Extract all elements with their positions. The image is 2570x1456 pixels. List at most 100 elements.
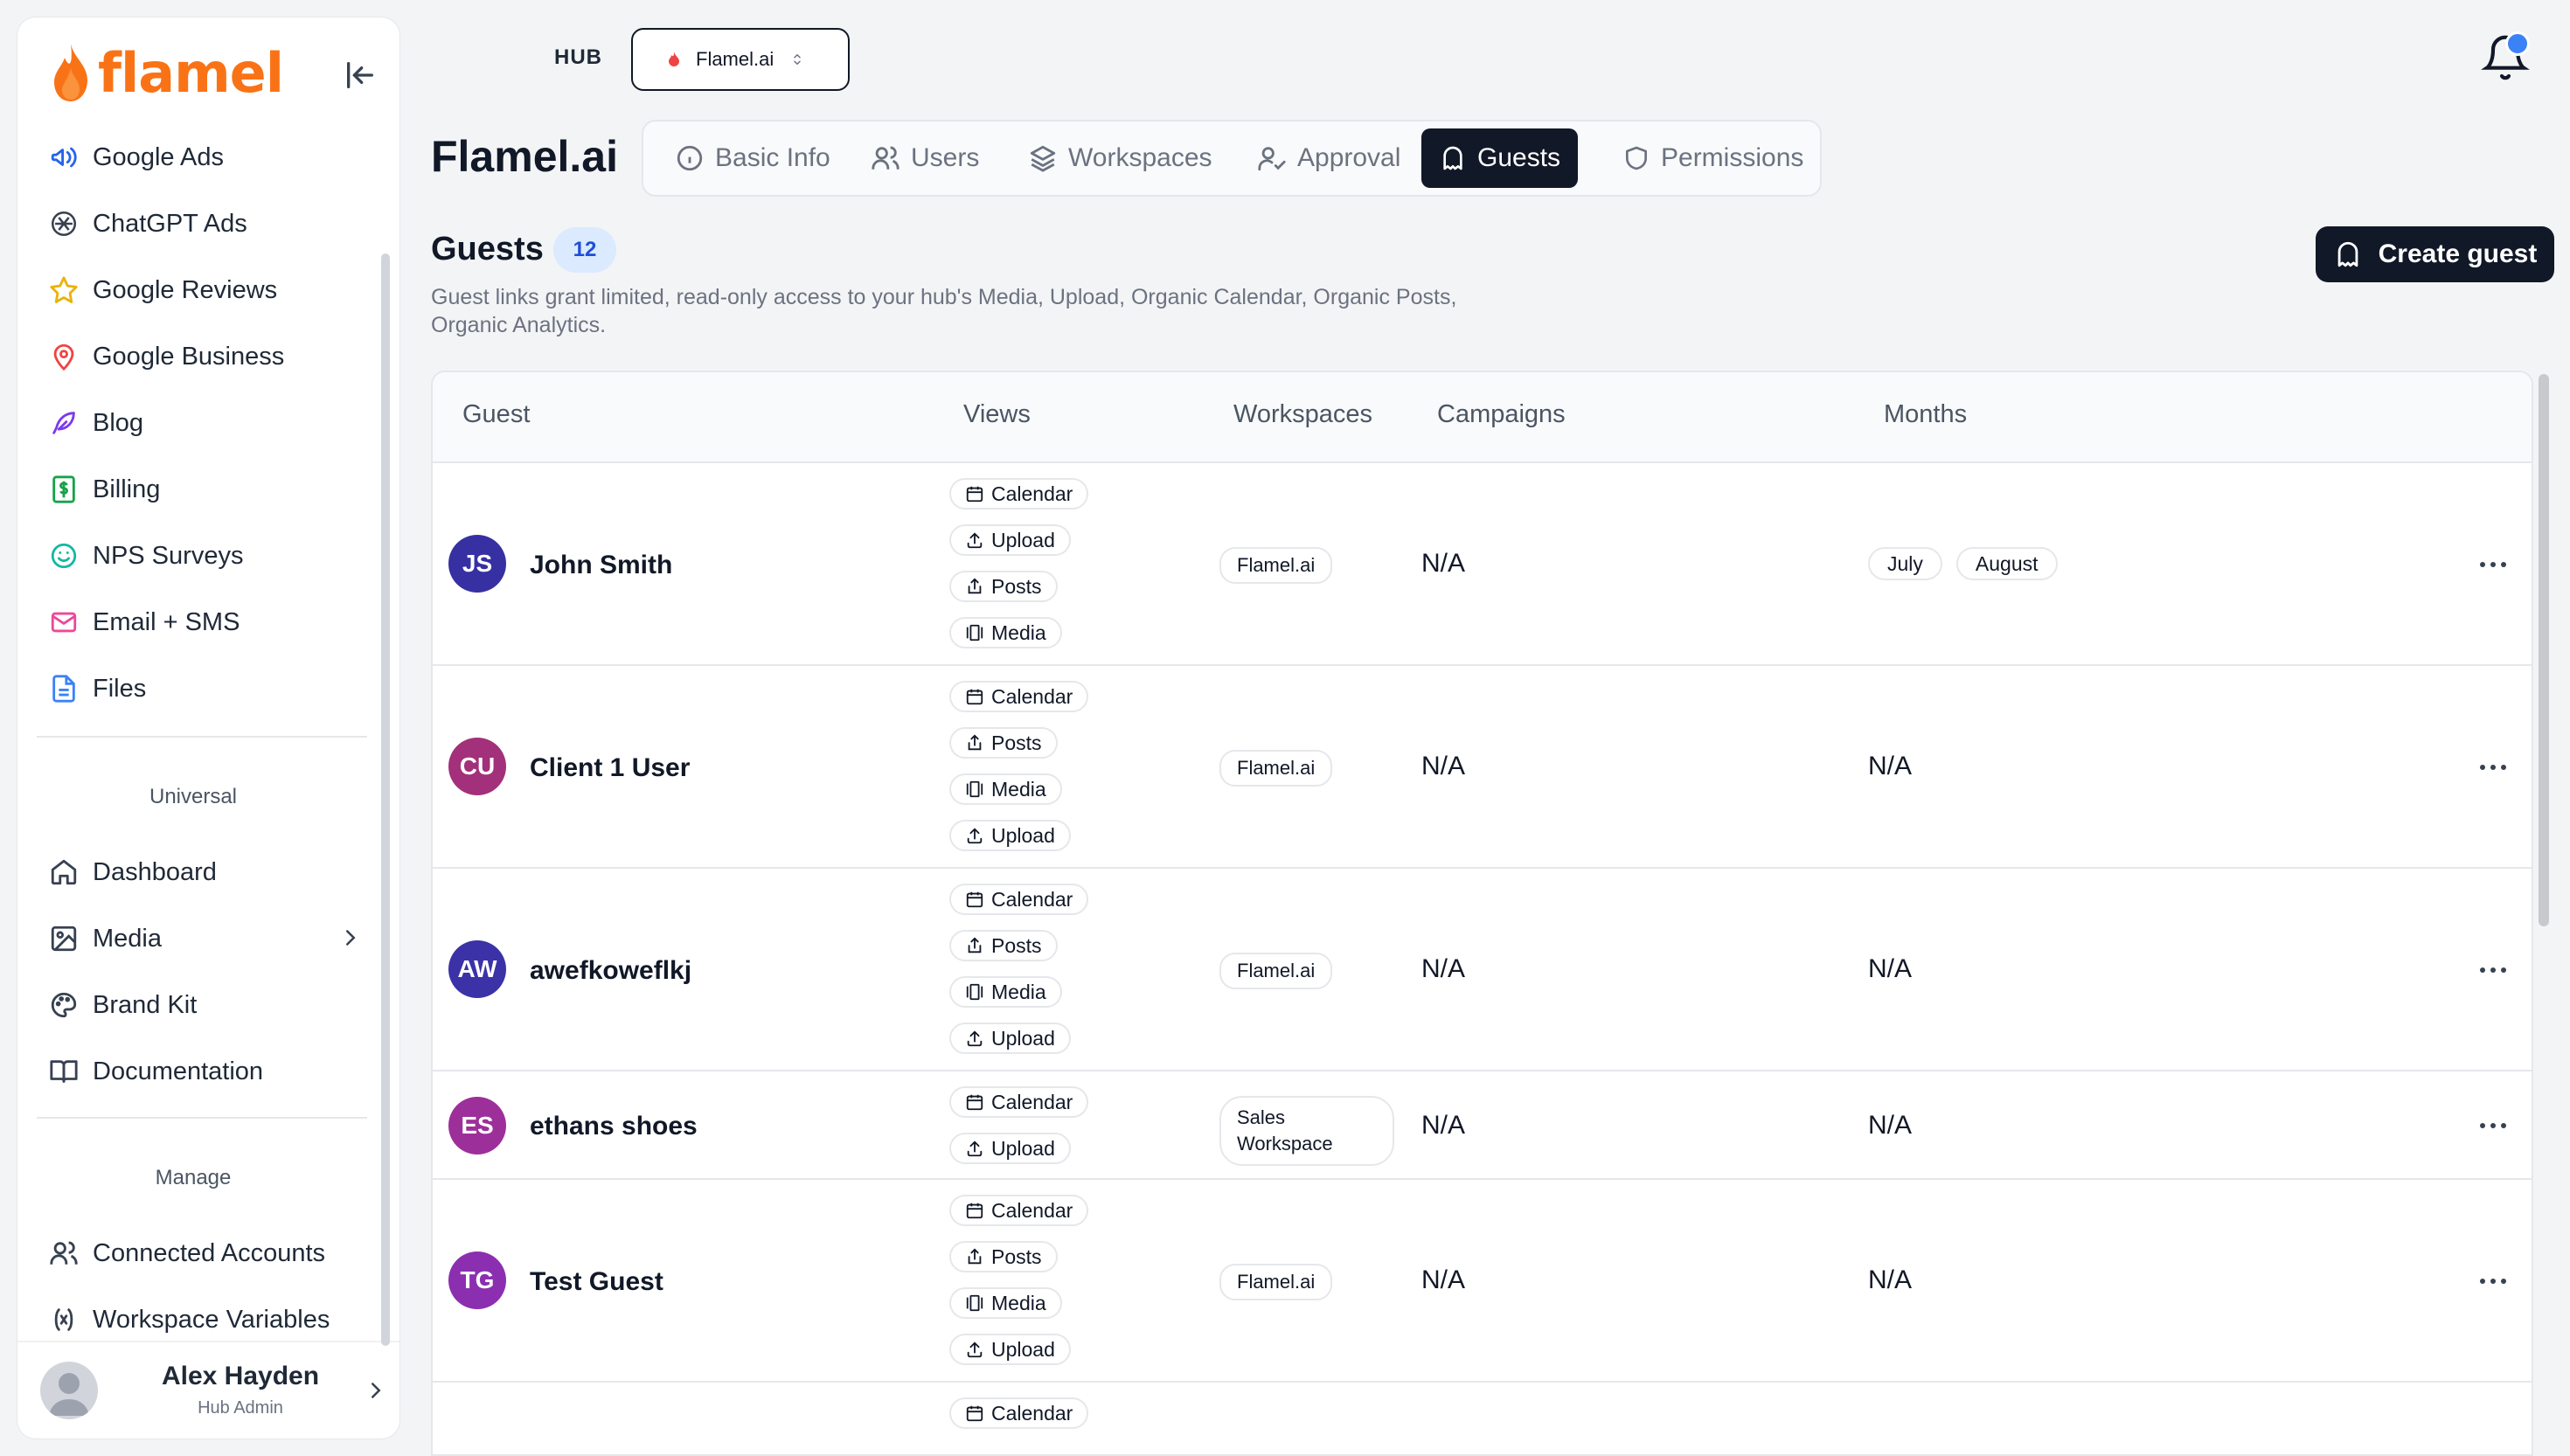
sidebar-universal-nav: Dashboard Media Brand Kit Documentation [33, 839, 385, 1105]
sidebar-item-label: Blog [93, 408, 144, 437]
views-list: Calendar Posts Media Upload [949, 681, 1107, 866]
openai-icon [51, 211, 77, 237]
tab-users[interactable]: Users [853, 128, 997, 188]
sidebar-scrollbar[interactable] [381, 253, 390, 1346]
calendar-icon [966, 689, 983, 705]
table-row[interactable]: AW awefkoweflkj Calendar Posts Media Upl… [433, 869, 2532, 1071]
months-value: N/A [1868, 954, 1913, 983]
section-title-universal: Universal [149, 785, 238, 808]
table-row[interactable]: ES ethans shoes Calendar Upload Sales Wo… [433, 1071, 2532, 1180]
page-title: Flamel.ai [431, 132, 618, 181]
column-header-guest: Guest [462, 400, 531, 428]
month-chip: August [1955, 547, 2058, 580]
view-label: Upload [991, 1337, 1055, 1361]
dollar-receipt-icon [52, 475, 75, 503]
views-list: Calendar [949, 1397, 1107, 1444]
table-row[interactable]: TG Test Guest Calendar Posts Media Uploa… [433, 1180, 2532, 1383]
sidebar-item-media[interactable]: Media [33, 905, 385, 972]
sidebar-item-chatgpt-ads[interactable]: ChatGPT Ads [33, 191, 385, 257]
sidebar-item-connected-accounts[interactable]: Connected Accounts [33, 1220, 385, 1286]
tab-approval[interactable]: Approval [1240, 128, 1418, 188]
view-chip-calendar: Calendar [949, 884, 1089, 915]
guest-avatar: CU [448, 738, 506, 795]
view-label: Media [991, 621, 1046, 644]
flamel-logo[interactable]: flamel [47, 35, 284, 110]
ghost-icon [2337, 241, 2358, 267]
guest-name: John Smith [530, 551, 673, 579]
create-guest-button[interactable]: Create guest [2316, 226, 2554, 282]
guest-name: Test Guest [530, 1267, 663, 1296]
sidebar-item-google-business[interactable]: Google Business [33, 323, 385, 390]
guest-avatar: JS [448, 535, 506, 593]
users-icon [50, 1241, 78, 1265]
view-label: Calendar [991, 684, 1073, 708]
more-options-icon[interactable] [2476, 556, 2511, 573]
collapse-sidebar-icon[interactable] [343, 58, 378, 93]
more-options-icon[interactable] [2476, 1272, 2511, 1290]
users-icon [872, 146, 900, 170]
mail-icon [51, 612, 77, 633]
content-scrollbar[interactable] [2539, 374, 2549, 926]
view-label: Posts [991, 1245, 1042, 1268]
views-list: Calendar Upload Posts Media [949, 478, 1107, 663]
view-chip-calendar: Calendar [949, 1086, 1089, 1118]
guest-name: awefkoweflkj [530, 956, 692, 985]
sidebar-item-billing[interactable]: Billing [33, 456, 385, 523]
sidebar-item-label: Files [93, 674, 147, 703]
table-row[interactable]: CU Client 1 User Calendar Posts Media Up… [433, 666, 2532, 869]
guests-title: Guests [431, 231, 544, 267]
flame-logo-icon [54, 44, 87, 101]
tab-basic-info[interactable]: Basic Info [657, 128, 848, 188]
star-icon [50, 276, 78, 303]
sidebar-item-google-ads[interactable]: Google Ads [33, 124, 385, 191]
user-role: Hub Admin [198, 1398, 283, 1418]
view-chip-media: Media [949, 976, 1062, 1008]
view-chip-upload: Upload [949, 524, 1071, 556]
guests-description: Guest links grant limited, read-only acc… [431, 285, 1457, 337]
sidebar-item-brand-kit[interactable]: Brand Kit [33, 972, 385, 1038]
table-row[interactable]: JS John Smith Calendar Upload Posts Medi… [433, 463, 2532, 666]
workspace-chip: Sales Workspace [1219, 1096, 1394, 1166]
sidebar-item-label: Email + SMS [93, 607, 240, 636]
view-chip-media: Media [949, 617, 1062, 648]
campaigns-value: N/A [1421, 1111, 1466, 1140]
sidebar-item-documentation[interactable]: Documentation [33, 1038, 385, 1105]
tab-guests[interactable]: Guests [1421, 128, 1579, 188]
section-title-manage: Manage [155, 1166, 232, 1189]
gallery-icon [966, 983, 983, 1001]
guest-avatar: TG [448, 1251, 506, 1309]
tab-workspaces[interactable]: Workspaces [1011, 128, 1230, 188]
sidebar-item-nps-surveys[interactable]: NPS Surveys [33, 523, 385, 589]
sidebar-top-nav: Google Ads ChatGPT Ads Google Reviews Go… [33, 124, 385, 722]
months-list: July August [1868, 547, 2058, 580]
more-options-icon[interactable] [2476, 1117, 2511, 1134]
sidebar-item-label: Media [93, 924, 162, 953]
tab-permissions[interactable]: Permissions [1605, 128, 1821, 188]
user-check-icon [1258, 147, 1286, 171]
view-label: Calendar [991, 887, 1073, 911]
workspace-chip: Flamel.ai [1219, 547, 1333, 584]
sidebar-item-dashboard[interactable]: Dashboard [33, 839, 385, 905]
sidebar-item-label: Brand Kit [93, 990, 198, 1019]
user-profile[interactable]: Alex Hayden Hub Admin [17, 1341, 399, 1439]
view-label: Calendar [991, 1090, 1073, 1113]
campaigns-value: N/A [1421, 954, 1466, 983]
share-icon [968, 1248, 982, 1265]
layers-icon [1030, 145, 1056, 172]
sidebar-item-email-sms[interactable]: Email + SMS [33, 589, 385, 655]
view-chip-calendar: Calendar [949, 681, 1089, 712]
hub-selector[interactable]: Flamel.ai [631, 28, 850, 91]
sidebar-item-blog[interactable]: Blog [33, 390, 385, 456]
tab-label: Basic Info [715, 143, 830, 172]
guest-name: Client 1 User [530, 753, 691, 782]
sidebar: flamel Google Ads ChatGPT Ads Google Rev… [17, 17, 400, 1439]
more-options-icon[interactable] [2476, 961, 2511, 979]
table-row[interactable]: Calendar [433, 1383, 2532, 1454]
more-options-icon[interactable] [2476, 759, 2511, 776]
sidebar-item-google-reviews[interactable]: Google Reviews [33, 257, 385, 323]
sidebar-item-files[interactable]: Files [33, 655, 385, 722]
share-icon [968, 578, 982, 594]
home-icon [51, 859, 77, 885]
chevron-right-icon[interactable] [337, 925, 364, 951]
user-name: Alex Hayden [161, 1362, 320, 1390]
